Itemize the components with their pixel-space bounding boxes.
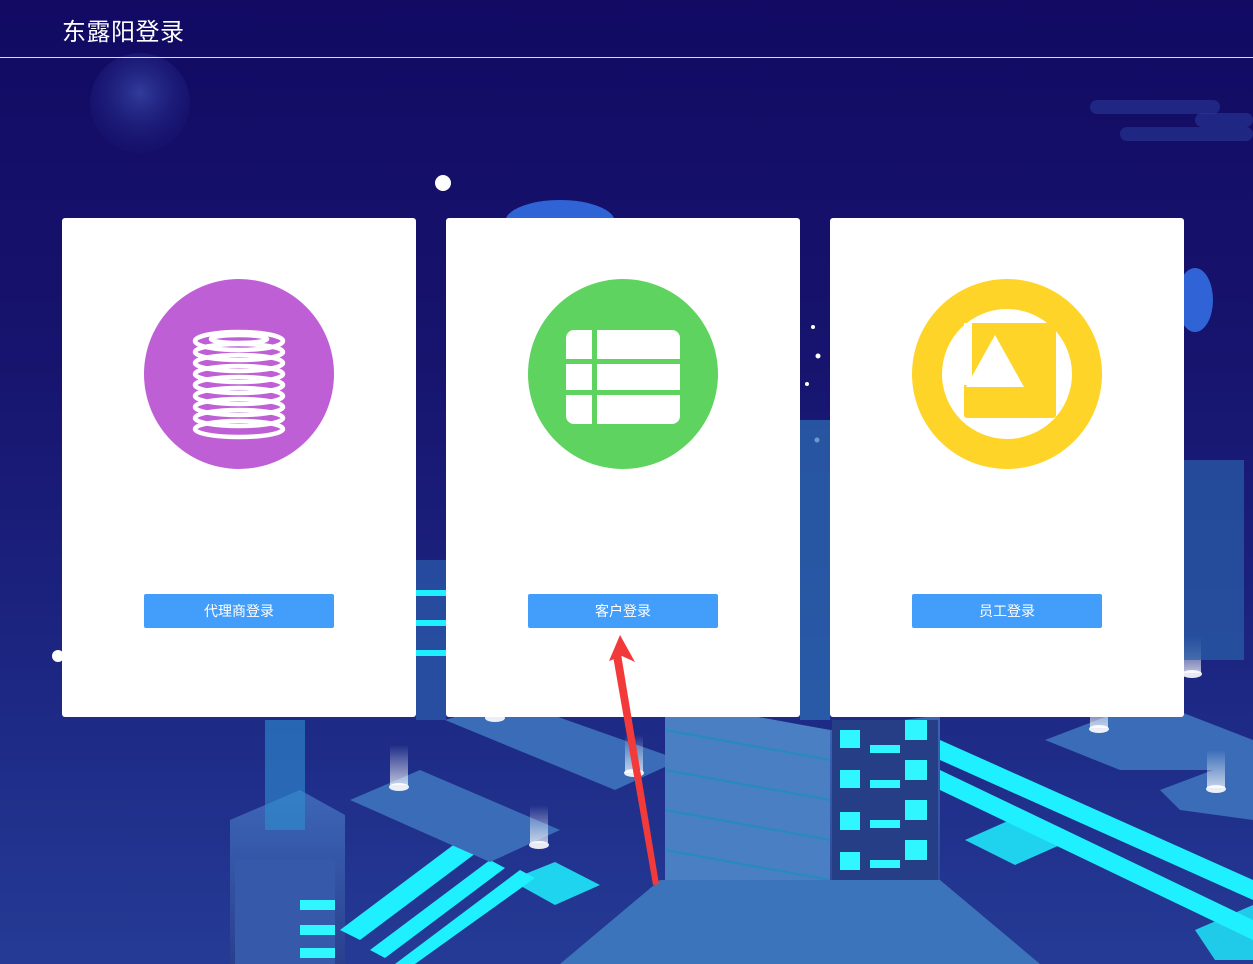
framed-triangle-icon [912,279,1102,469]
table-grid-icon [528,279,718,469]
agent-login-card: 代理商登录 [62,218,416,717]
staff-login-card: 员工登录 [830,218,1184,717]
moon-shape [90,53,190,153]
staff-login-button[interactable]: 员工登录 [912,594,1102,628]
top-header: 东露阳登录 [0,0,1253,58]
client-login-button[interactable]: 客户登录 [528,594,718,628]
agent-login-button[interactable]: 代理商登录 [144,594,334,628]
client-login-card: 客户登录 [446,218,800,717]
page-title: 东露阳登录 [62,18,185,46]
coin-stack-icon [144,279,334,469]
